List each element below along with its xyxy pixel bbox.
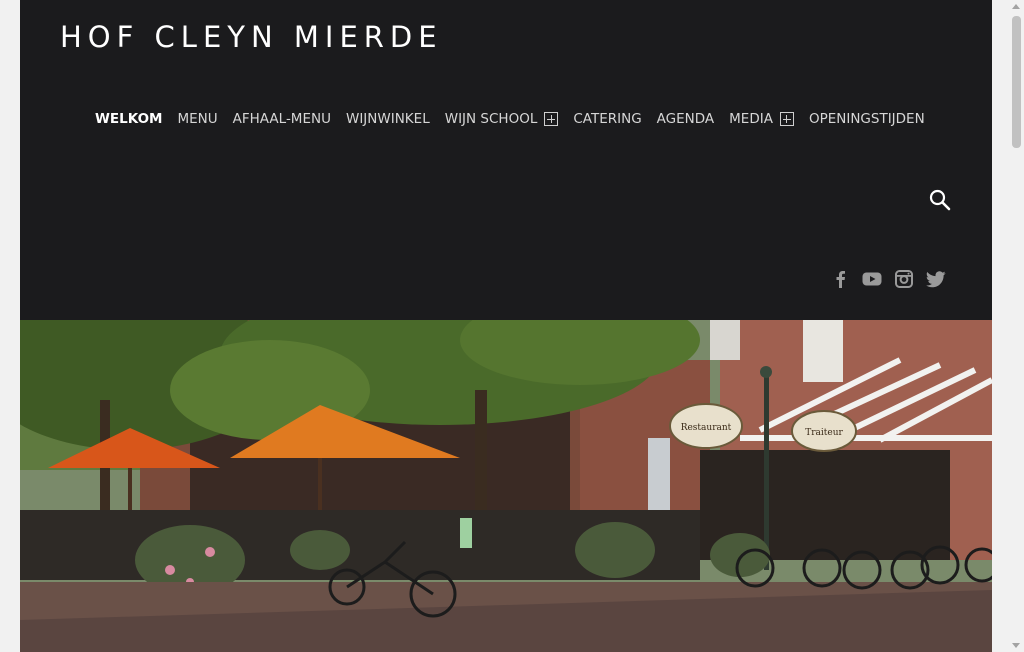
hero-image: Restaurant Traiteur [20, 320, 992, 652]
nav-item-welkom[interactable]: WELKOM [95, 108, 162, 130]
scroll-down-arrow-icon[interactable] [1012, 643, 1020, 648]
facebook-icon[interactable] [830, 268, 850, 290]
nav-item-wijn-school[interactable]: WIJN SCHOOL [445, 108, 559, 130]
nav-item-label: WIJNWINKEL [345, 111, 430, 127]
nav-item-label: WELKOM [95, 111, 163, 127]
nav-item-catering[interactable]: CATERING [573, 108, 641, 130]
traiteur-sign: Traiteur [805, 428, 843, 438]
restaurant-sign: Restaurant [681, 423, 732, 433]
nav-item-label: CATERING [573, 111, 642, 127]
expand-plus-icon[interactable] [544, 112, 559, 126]
twitter-icon[interactable] [926, 268, 946, 290]
nav-item-openingstijden[interactable]: OPENINGSTIJDEN [809, 108, 925, 130]
nav-item-menu[interactable]: MENU [177, 108, 217, 130]
nav-item-media[interactable]: MEDIA [729, 108, 794, 130]
youtube-icon[interactable] [862, 268, 882, 290]
main-nav: WELKOM MENU AFHAAL-MENU WIJNWINKEL WIJN … [95, 108, 940, 130]
nav-item-label: OPENINGSTIJDEN [808, 111, 925, 127]
scroll-thumb[interactable] [1012, 16, 1021, 148]
nav-item-label: MEDIA [729, 111, 773, 127]
social-links [830, 268, 946, 290]
nav-item-wijnwinkel[interactable]: WIJNWINKEL [346, 108, 430, 130]
instagram-icon[interactable] [894, 268, 914, 290]
nav-item-label: AGENDA [656, 111, 715, 127]
nav-item-label: AFHAAL-MENU [232, 111, 331, 127]
page-container: HOF CLEYN MIERDE WELKOM MENU AFHAAL-MENU… [20, 0, 992, 652]
site-title[interactable]: HOF CLEYN MIERDE [60, 20, 443, 54]
scroll-up-arrow-icon[interactable] [1012, 4, 1020, 9]
scrollbar[interactable] [1008, 0, 1024, 652]
nav-item-label: MENU [177, 111, 218, 127]
nav-item-afhaal-menu[interactable]: AFHAAL-MENU [233, 108, 331, 130]
expand-plus-icon[interactable] [779, 112, 794, 126]
nav-item-agenda[interactable]: AGENDA [657, 108, 714, 130]
search-icon[interactable] [928, 188, 952, 212]
nav-item-label: WIJN SCHOOL [444, 111, 538, 127]
